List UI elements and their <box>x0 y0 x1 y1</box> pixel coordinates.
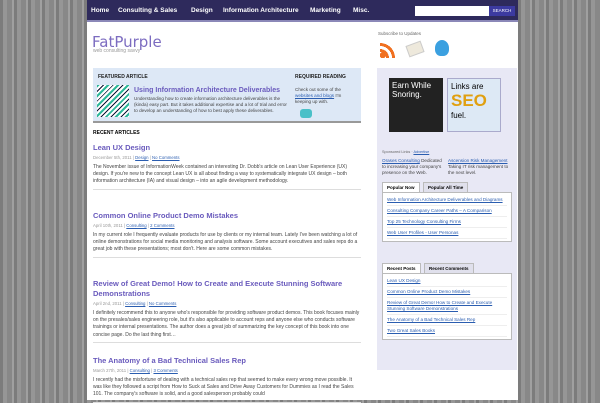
popular-item[interactable]: Top 25 Technology Consulting Firms <box>387 217 507 228</box>
article-category[interactable]: Consulting <box>130 368 150 373</box>
recent-post-item[interactable]: The Anatomy of a Bad Technical Sales Rep <box>387 315 507 326</box>
sponsored-link-title[interactable]: Orases Consulting <box>382 158 420 163</box>
popular-tabs: Popular Now Popular All Time Web Informat… <box>382 182 512 242</box>
nav-consulting-sales[interactable]: Consulting & Sales <box>118 7 177 14</box>
ad2-bottom: fuel. <box>451 111 467 120</box>
article-title[interactable]: Review of Great Demo! How to Create and … <box>93 279 361 299</box>
site-tagline: web consulting savvy <box>93 48 141 54</box>
article-excerpt: I recently had the misfortune of dealing… <box>93 377 354 398</box>
tab-recent-posts[interactable]: Recent Posts <box>382 263 421 273</box>
nav-misc[interactable]: Misc. <box>353 7 369 14</box>
sponsored-label: Sponsored Links · Advertise <box>382 150 429 154</box>
sponsored-text: Sponsored Links · <box>382 150 414 154</box>
tab-popular-all-time[interactable]: Popular All Time <box>423 182 469 192</box>
featured-heading: FEATURED ARTICLE <box>98 74 148 80</box>
required-reading-text: Check out some of the websites and blogs… <box>295 87 357 105</box>
article-title[interactable]: Lean UX Design <box>93 143 361 153</box>
ad2-big: SEO <box>451 91 487 110</box>
rss-icon[interactable] <box>380 40 398 58</box>
featured-title[interactable]: Using Information Architecture Deliverab… <box>134 87 280 94</box>
ad-banner-earn[interactable]: Earn While Snoring. <box>389 78 443 132</box>
article-comments[interactable]: No Comments <box>152 155 179 160</box>
websites-blogs-link[interactable]: websites and blogs <box>295 93 334 98</box>
subscribe-label: Subscribe to Updates <box>378 31 422 36</box>
popular-item[interactable]: Web User Profiles - User Personas <box>387 228 507 239</box>
popular-list: Web Information Architecture Deliverable… <box>382 192 512 242</box>
search-button[interactable]: SEARCH <box>489 6 515 16</box>
article-category[interactable]: Design <box>135 155 148 160</box>
article-comments[interactable]: No Comments <box>149 301 176 306</box>
ad1-text: Earn While Snoring. <box>392 81 432 99</box>
nav-home[interactable]: Home <box>91 7 109 14</box>
popular-item[interactable]: Web Information Architecture Deliverable… <box>387 195 507 206</box>
article: Lean UX Design December 5th, 2011 | Desi… <box>93 143 361 190</box>
recent-tabs: Recent Posts Recent Comments Lean UX Desi… <box>382 263 512 340</box>
article-excerpt: I definitely recommend this to anyone wh… <box>93 310 360 338</box>
advertise-link[interactable]: Advertise <box>413 150 429 154</box>
article-date: December 5th, 2011 | <box>93 155 136 160</box>
recent-post-item[interactable]: Review of Great Demo! How to Create and … <box>387 298 507 315</box>
article-excerpt: The November issue of InformationWeek co… <box>93 164 348 185</box>
article-comments[interactable]: 3 Comments <box>153 368 177 373</box>
article-title[interactable]: The Anatomy of a Bad Technical Sales Rep <box>93 356 361 366</box>
chat-bubble-icon <box>300 109 312 118</box>
sponsored-link: Ascension Risk Management Taking IT risk… <box>448 158 510 176</box>
featured-box: FEATURED ARTICLE Using Information Archi… <box>93 68 361 123</box>
nav-information-architecture[interactable]: Information Architecture <box>223 7 299 14</box>
req-pre: Check out some of the <box>295 87 341 92</box>
featured-desc: Understanding how to create information … <box>134 96 287 113</box>
recent-articles-heading: RECENT ARTICLES <box>93 130 140 136</box>
sponsored-link: Orases Consulting Dedicated to increasin… <box>382 158 444 176</box>
article-date: March 27th, 2011 | <box>93 368 130 373</box>
recent-post-item[interactable]: Common Online Product Demo Mistakes <box>387 287 507 298</box>
article-title[interactable]: Common Online Product Demo Mistakes <box>93 211 361 221</box>
tab-popular-now[interactable]: Popular Now <box>382 182 420 192</box>
article-category[interactable]: Consulting <box>125 301 145 306</box>
article-date: April 2nd, 2011 | <box>93 301 126 306</box>
article-date: April 10th, 2011 | <box>93 223 127 228</box>
article-meta: April 2nd, 2011 | Consulting | No Commen… <box>93 301 177 306</box>
article-meta: March 27th, 2011 | Consulting | 3 Commen… <box>93 368 178 373</box>
search-input[interactable] <box>415 6 489 16</box>
nav-marketing[interactable]: Marketing <box>310 7 341 14</box>
article: Common Online Product Demo Mistakes Apri… <box>93 211 361 258</box>
popular-item[interactable]: Consulting Company Career Paths – A Comp… <box>387 206 507 217</box>
article-excerpt: In my current role I frequently evaluate… <box>93 232 358 253</box>
article-category[interactable]: Consulting <box>126 223 146 228</box>
recent-post-item[interactable]: Two Great Sales Books <box>387 326 507 337</box>
article: The Anatomy of a Bad Technical Sales Rep… <box>93 356 361 403</box>
sponsored-link-desc: Taking IT risk management to the next le… <box>448 164 509 175</box>
ad-banner-seo[interactable]: Links are SEO fuel. <box>447 78 501 132</box>
nav-design[interactable]: Design <box>191 7 213 14</box>
article-meta: December 5th, 2011 | Design | No Comment… <box>93 155 180 160</box>
article-meta: April 10th, 2011 | Consulting | 2 Commen… <box>93 223 175 228</box>
required-reading-heading: REQUIRED READING <box>295 74 346 80</box>
tab-recent-comments[interactable]: Recent Comments <box>424 263 474 273</box>
ad2-top: Links are <box>451 82 484 91</box>
twitter-bird-icon[interactable] <box>435 40 449 56</box>
sponsored-link-title[interactable]: Ascension Risk Management <box>448 158 508 163</box>
article-comments[interactable]: 2 Comments <box>150 223 174 228</box>
recent-posts-list: Lean UX Design Common Online Product Dem… <box>382 273 512 340</box>
recent-post-item[interactable]: Lean UX Design <box>387 276 507 287</box>
featured-image[interactable] <box>97 85 129 117</box>
sidebar: Earn While Snoring. Links are SEO fuel. Sp… <box>377 68 517 370</box>
article: Review of Great Demo! How to Create and … <box>93 279 361 343</box>
